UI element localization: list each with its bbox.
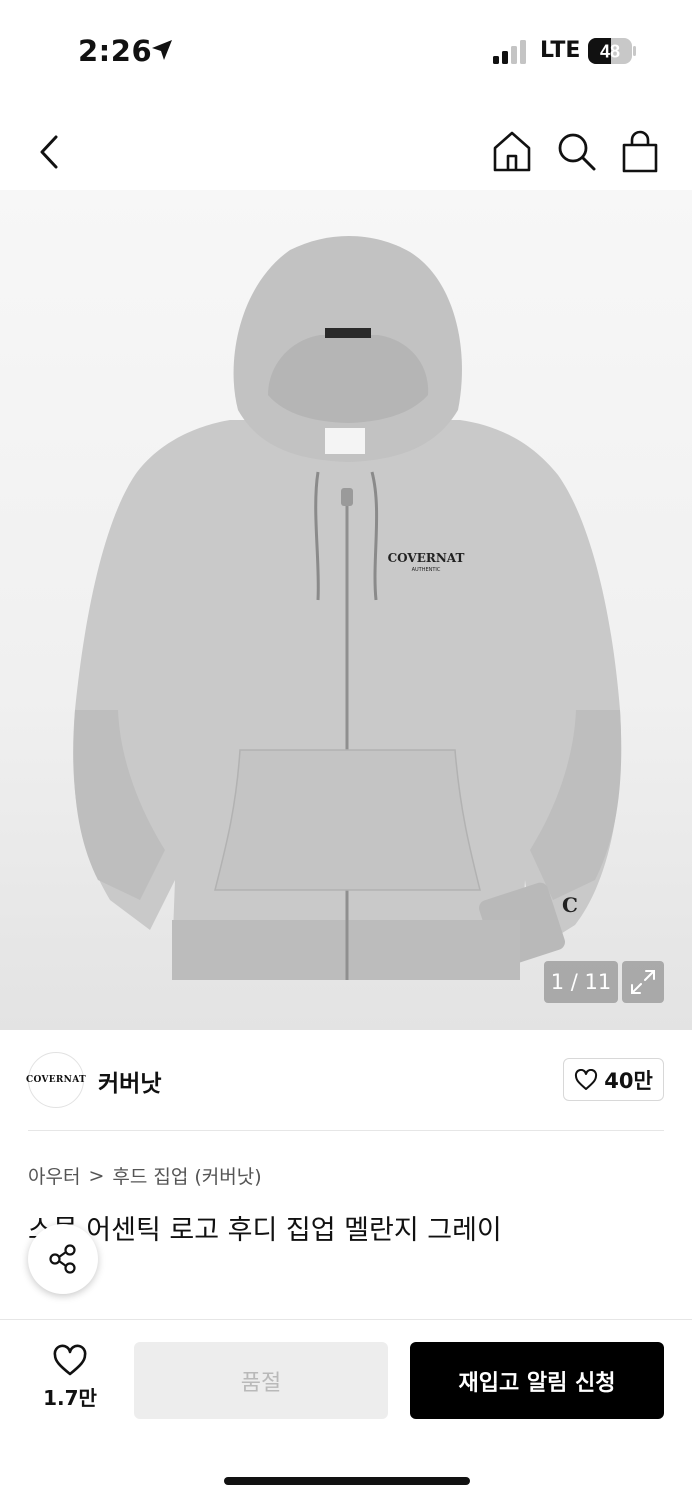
heart-icon (575, 1068, 598, 1090)
battery-icon: 48 (588, 38, 636, 64)
network-type: LTE (540, 38, 581, 63)
product-title: 스몰 어센틱 로고 후디 집업 멜란지 그레이 (28, 1215, 502, 1246)
heart-icon (53, 1344, 87, 1376)
wishlist-button[interactable]: 1.7만 (40, 1344, 100, 1424)
share-button[interactable] (28, 1224, 98, 1294)
share-icon (49, 1244, 76, 1274)
search-icon (558, 133, 596, 171)
chest-logo-sub: AUTHENTIC (412, 567, 441, 573)
sleeve-logo: C (562, 893, 578, 917)
divider (28, 1130, 664, 1131)
search-button[interactable] (552, 128, 600, 176)
brand-logo[interactable]: COVERNAT (26, 1052, 86, 1108)
breadcrumb-category[interactable]: 아우터 (28, 1162, 80, 1189)
brand-like-count: 40만 (604, 1068, 653, 1093)
brand-row[interactable]: COVERNAT 커버낫 40만 (26, 1052, 664, 1110)
expand-icon (631, 970, 655, 994)
breadcrumb: 아우터 > 후드 집업 (커버낫) (28, 1162, 262, 1189)
chest-logo: COVERNAT (388, 551, 465, 565)
status-bar: 2:26 LTE 48 (0, 0, 692, 100)
brand-name[interactable]: 커버낫 (98, 1064, 161, 1098)
product-image-gallery[interactable]: C COVERNAT AUTHENTIC 1 / 11 (0, 190, 692, 1030)
image-counter: 1 / 11 (544, 961, 618, 1003)
location-arrow-icon (152, 40, 172, 60)
breadcrumb-subcategory[interactable]: 후드 집업 (커버낫) (112, 1162, 261, 1189)
chevron-left-icon (40, 135, 58, 169)
home-indicator (224, 1477, 470, 1485)
nav-bar (0, 110, 692, 190)
shopping-bag-icon (622, 130, 658, 173)
home-icon (493, 131, 531, 172)
breadcrumb-separator: > (88, 1164, 105, 1187)
product-image[interactable]: C COVERNAT AUTHENTIC (0, 190, 692, 1030)
bottom-action-bar: 1.7만 품절 재입고 알림 신청 (0, 1319, 692, 1500)
back-button[interactable] (28, 130, 72, 174)
home-button[interactable] (488, 128, 536, 176)
battery-level: 48 (600, 42, 620, 62)
brand-like-button[interactable]: 40만 (563, 1058, 664, 1101)
status-time: 2:26 (78, 34, 153, 68)
restock-alert-button[interactable]: 재입고 알림 신청 (410, 1342, 664, 1419)
cellular-signal-icon (493, 40, 526, 64)
wishlist-count: 1.7만 (43, 1386, 97, 1410)
bag-button[interactable] (616, 128, 664, 176)
soldout-button: 품절 (134, 1342, 388, 1419)
expand-image-button[interactable] (622, 961, 664, 1003)
